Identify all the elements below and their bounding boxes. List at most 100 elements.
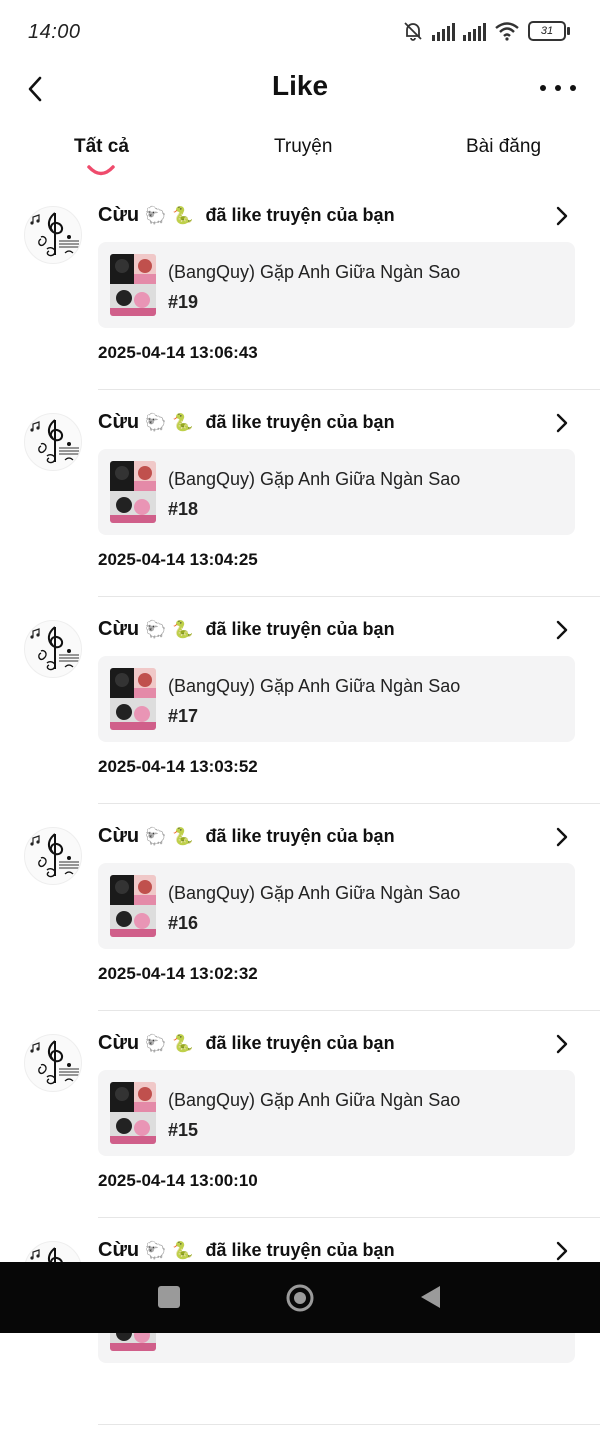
snake-emoji-icon: 🐍	[172, 205, 194, 225]
story-card[interactable]: (BangQuy) Gặp Anh Giữa Ngàn Sao #17	[98, 656, 575, 742]
divider	[98, 1010, 600, 1011]
timestamp: 2025-04-14 13:04:25	[98, 550, 258, 569]
story-thumbnail	[110, 668, 156, 730]
header: Like	[0, 62, 600, 114]
status-bar: 14:00 31	[0, 0, 600, 62]
username[interactable]: Cừu	[98, 825, 139, 848]
list-item[interactable]: Cừu 🐑 🐍 đã like truyện của bạn	[0, 604, 600, 811]
battery-icon: 31	[528, 21, 570, 41]
like-list: Cừu 🐑 🐍 đã like truyện của bạn (BangQuy)…	[0, 190, 600, 1432]
story-cover-image	[110, 1082, 156, 1144]
list-item[interactable]: Cừu 🐑 🐍 đã like truyện của bạn	[0, 1018, 600, 1225]
avatar[interactable]	[24, 620, 82, 678]
open-item-button[interactable]	[550, 825, 574, 849]
sheep-emoji-icon: 🐑	[145, 1033, 167, 1053]
status-time: 14:00	[28, 21, 81, 43]
chevron-right-icon	[556, 827, 568, 847]
chapter-number: #18	[168, 499, 199, 519]
action-text: đã like truyện của bạn	[205, 1033, 395, 1053]
music-notes-avatar-icon	[30, 1040, 79, 1085]
recents-square-icon[interactable]	[158, 1286, 180, 1308]
sheep-emoji-icon: 🐑	[145, 1240, 167, 1260]
action-text: đã like truyện của bạn	[205, 1240, 395, 1260]
item-header: Cừu 🐑 🐍 đã like truyện của bạn	[98, 618, 395, 641]
mute-bell-icon	[404, 22, 422, 41]
story-cover-image	[110, 254, 156, 316]
chapter-number: #16	[168, 913, 199, 933]
home-circle-icon[interactable]	[286, 1284, 314, 1312]
signal-icon	[463, 21, 486, 41]
signal-icon	[432, 21, 455, 41]
story-thumbnail	[110, 875, 156, 937]
story-cover-image	[110, 461, 156, 523]
chapter-number: #15	[168, 1120, 199, 1140]
username[interactable]: Cừu	[98, 1239, 139, 1262]
back-triangle-icon[interactable]	[418, 1284, 442, 1310]
wifi-icon	[495, 22, 519, 41]
chevron-right-icon	[556, 620, 568, 640]
timestamp: 2025-04-14 13:03:52	[98, 757, 258, 776]
story-card[interactable]: (BangQuy) Gặp Anh Giữa Ngàn Sao #19	[98, 242, 575, 328]
more-options-button[interactable]	[540, 74, 576, 102]
timestamp: 2025-04-14 13:06:43	[98, 343, 258, 362]
story-thumbnail	[110, 1082, 156, 1144]
divider	[98, 803, 600, 804]
snake-emoji-icon: 🐍	[172, 826, 194, 846]
music-notes-avatar-icon	[30, 212, 79, 257]
story-title: (BangQuy) Gặp Anh Giữa Ngàn Sao	[168, 1090, 461, 1110]
chapter-number: #17	[168, 706, 199, 726]
action-text: đã like truyện của bạn	[205, 412, 395, 432]
divider	[98, 389, 600, 390]
story-thumbnail	[110, 254, 156, 316]
open-item-button[interactable]	[550, 618, 574, 642]
timestamp: 2025-04-14 13:00:10	[98, 1171, 258, 1190]
item-header: Cừu 🐑 🐍 đã like truyện của bạn	[98, 1239, 395, 1262]
chevron-right-icon	[556, 206, 568, 226]
username[interactable]: Cừu	[98, 1032, 139, 1055]
item-header: Cừu 🐑 🐍 đã like truyện của bạn	[98, 1032, 395, 1055]
sheep-emoji-icon: 🐑	[145, 412, 167, 432]
item-header: Cừu 🐑 🐍 đã like truyện của bạn	[98, 411, 395, 434]
divider	[98, 1424, 600, 1425]
username[interactable]: Cừu	[98, 411, 139, 434]
story-title: (BangQuy) Gặp Anh Giữa Ngàn Sao	[168, 469, 461, 489]
story-thumbnail	[110, 461, 156, 523]
avatar[interactable]	[24, 413, 82, 471]
sheep-emoji-icon: 🐑	[145, 205, 167, 225]
story-title: (BangQuy) Gặp Anh Giữa Ngàn Sao	[168, 676, 461, 696]
item-header: Cừu 🐑 🐍 đã like truyện của bạn	[98, 825, 395, 848]
snake-emoji-icon: 🐍	[172, 412, 194, 432]
story-card[interactable]: (BangQuy) Gặp Anh Giữa Ngàn Sao #16	[98, 863, 575, 949]
tab-posts[interactable]: Bài đăng	[466, 136, 541, 158]
open-item-button[interactable]	[550, 1239, 574, 1263]
action-text: đã like truyện của bạn	[205, 826, 395, 846]
username[interactable]: Cừu	[98, 618, 139, 641]
item-header: Cừu 🐑 🐍 đã like truyện của bạn	[98, 204, 395, 227]
tab-all[interactable]: Tất cả	[74, 136, 129, 158]
status-icons: 31	[402, 20, 570, 42]
tab-stories[interactable]: Truyện	[274, 136, 332, 158]
username[interactable]: Cừu	[98, 204, 139, 227]
action-text: đã like truyện của bạn	[205, 619, 395, 639]
music-notes-avatar-icon	[30, 626, 79, 671]
chevron-right-icon	[556, 1241, 568, 1261]
list-item[interactable]: Cừu 🐑 🐍 đã like truyện của bạn	[0, 811, 600, 1018]
story-card[interactable]: (BangQuy) Gặp Anh Giữa Ngàn Sao #15	[98, 1070, 575, 1156]
list-item[interactable]: Cừu 🐑 🐍 đã like truyện của bạn	[0, 190, 600, 397]
snake-emoji-icon: 🐍	[172, 619, 194, 639]
avatar[interactable]	[24, 206, 82, 264]
more-dots-icon	[540, 85, 546, 91]
avatar[interactable]	[24, 827, 82, 885]
open-item-button[interactable]	[550, 204, 574, 228]
story-cover-image	[110, 668, 156, 730]
avatar[interactable]	[24, 1034, 82, 1092]
snake-emoji-icon: 🐍	[172, 1240, 194, 1260]
divider	[98, 1217, 600, 1218]
list-item[interactable]: Cừu 🐑 🐍 đã like truyện của bạn	[0, 397, 600, 604]
snake-emoji-icon: 🐍	[172, 1033, 194, 1053]
story-card[interactable]: (BangQuy) Gặp Anh Giữa Ngàn Sao #18	[98, 449, 575, 535]
story-cover-image	[110, 875, 156, 937]
sheep-emoji-icon: 🐑	[145, 826, 167, 846]
open-item-button[interactable]	[550, 411, 574, 435]
open-item-button[interactable]	[550, 1032, 574, 1056]
